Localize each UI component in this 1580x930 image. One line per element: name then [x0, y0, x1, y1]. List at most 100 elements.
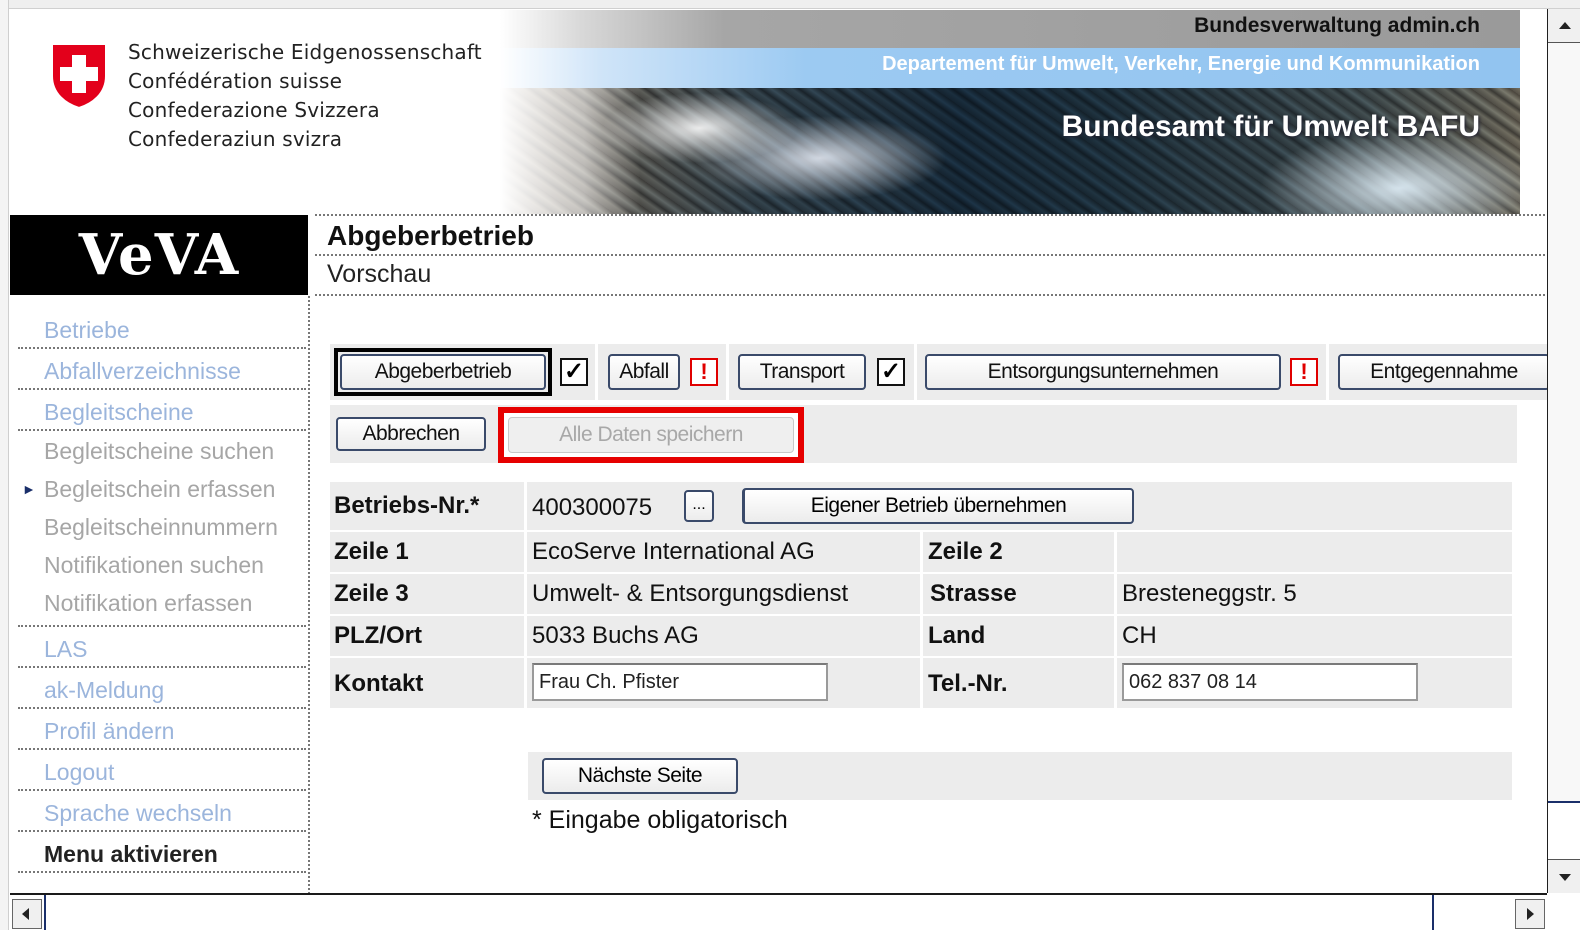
horizontal-scrollbar[interactable] — [10, 893, 1547, 930]
tab-abfall[interactable]: Abfall — [608, 354, 680, 390]
action-bar: Abbrechen Alle Daten speichern — [330, 405, 1517, 463]
banner-fade — [500, 88, 640, 214]
sidebar-item-begleitscheine-suchen[interactable]: Begleitscheine suchen — [18, 431, 306, 469]
sidebar-item-ak-meldung[interactable]: ak-Meldung — [18, 668, 306, 709]
sidebar-item-sprache-wechseln[interactable]: Sprache wechseln — [18, 791, 306, 832]
form-row-zeile1: Zeile 1 EcoServe International AG Zeile … — [330, 532, 1512, 572]
office-name: Bundesamt für Umwelt BAFU — [1061, 110, 1480, 143]
site-header: Schweizerische Eidgenossenschaft Confédé… — [10, 10, 1520, 214]
kontakt-field[interactable]: Frau Ch. Pfister — [532, 663, 828, 701]
federation-line-de: Schweizerische Eidgenossenschaft — [128, 40, 482, 64]
warning-icon: ! — [690, 358, 718, 386]
zeile3-value: Umwelt- & Entsorgungsdienst — [532, 580, 849, 607]
lookup-button[interactable]: ... — [684, 490, 714, 522]
mandatory-note: * Eingabe obligatorisch — [532, 806, 788, 834]
form-row-kontakt: Kontakt Frau Ch. Pfister Tel.-Nr. 062 83… — [330, 658, 1512, 708]
cell-divider — [524, 574, 527, 614]
tab-divider — [914, 344, 917, 400]
sidebar-item-begleitscheinnummern[interactable]: Begleitscheinnummern — [18, 507, 306, 545]
form-row-plz: PLZ/Ort 5033 Buchs AG Land CH — [330, 616, 1512, 656]
strasse-value: Bresteneggstr. 5 — [1122, 580, 1297, 607]
zeile2-label: Zeile 2 — [928, 538, 1003, 565]
tel-label: Tel.-Nr. — [928, 670, 1008, 697]
sidebar-item-menu-aktivieren[interactable]: Menu aktivieren — [18, 832, 306, 873]
tab-divider — [1326, 344, 1329, 400]
browser-frame: Schweizerische Eidgenossenschaft Confédé… — [0, 0, 1580, 930]
form-row-betriebs-nr: Betriebs-Nr.* 400300075 ... Eigener Betr… — [330, 482, 1512, 530]
federation-names: Schweizerische Eidgenossenschaft Confédé… — [128, 38, 482, 154]
header-banner: Bundesverwaltung admin.ch Departement fü… — [500, 10, 1520, 214]
window-left-edge — [0, 0, 9, 930]
cell-divider — [524, 482, 527, 530]
zeile3-label: Zeile 3 — [334, 580, 409, 607]
tab-entgegennahme[interactable]: Entgegennahme — [1338, 354, 1550, 390]
current-item-arrow-icon: ► — [22, 481, 36, 497]
scroll-down-icon — [1559, 874, 1571, 881]
banner-landscape-image — [500, 88, 1520, 214]
land-label: Land — [928, 622, 986, 649]
next-page-row: Nächste Seite — [528, 752, 1512, 800]
sidebar-item-notifikation-erfassen[interactable]: Notifikation erfassen — [18, 583, 306, 627]
sidebar-item-begleitscheine[interactable]: Begleitscheine — [18, 390, 306, 431]
cell-divider — [1114, 574, 1117, 614]
swiss-coat-of-arms-icon — [51, 43, 107, 110]
sidebar-nav: Betriebe Abfallverzeichnisse Begleitsche… — [18, 308, 306, 873]
scroll-left-button[interactable] — [12, 899, 42, 929]
cell-divider — [1114, 532, 1117, 572]
strasse-label: Strasse — [930, 580, 1017, 607]
cell-divider — [920, 658, 923, 708]
tab-divider — [595, 344, 598, 400]
scroll-left-icon — [22, 908, 29, 920]
sidebar-item-begleitschein-erfassen[interactable]: ► Begleitschein erfassen — [18, 469, 306, 507]
federation-line-fr: Confédération suisse — [128, 69, 343, 93]
cell-divider — [524, 532, 527, 572]
next-page-button[interactable]: Nächste Seite — [542, 758, 738, 794]
tab-entsorgungsunternehmen[interactable]: Entsorgungsunternehmen — [925, 354, 1281, 390]
sidebar-item-las[interactable]: LAS — [18, 627, 306, 668]
scroll-right-button[interactable] — [1515, 899, 1545, 929]
tab-abgeberbetrieb[interactable]: Abgeberbetrieb — [340, 354, 546, 390]
betriebs-nr-value: 400300075 — [532, 494, 653, 521]
sidebar-item-notifikationen-suchen[interactable]: Notifikationen suchen — [18, 545, 306, 583]
cell-divider — [1114, 658, 1117, 708]
page-title-area: Abgeberbetrieb Vorschau — [315, 214, 1545, 296]
cell-divider — [1114, 616, 1117, 656]
federation-line-it: Confederazione Svizzera — [128, 98, 380, 122]
land-value: CH — [1122, 622, 1157, 649]
save-all-button[interactable]: Alle Daten speichern — [508, 417, 794, 453]
admin-link[interactable]: Bundesverwaltung admin.ch — [1194, 14, 1480, 38]
save-highlight-frame: Alle Daten speichern — [498, 407, 804, 463]
scroll-down-button[interactable] — [1548, 859, 1580, 893]
sidebar-item-betriebe[interactable]: Betriebe — [18, 308, 306, 349]
sidebar-item-profil-aendern[interactable]: Profil ändern — [18, 709, 306, 750]
own-company-button[interactable]: Eigener Betrieb übernehmen — [742, 488, 1134, 524]
tel-field[interactable]: 062 837 08 14 — [1122, 663, 1418, 701]
department-name: Departement für Umwelt, Verkehr, Energie… — [882, 53, 1480, 75]
cell-divider — [920, 616, 923, 656]
scroll-up-icon — [1559, 22, 1571, 29]
scroll-up-button[interactable] — [1548, 9, 1580, 43]
title-divider-bottom — [315, 294, 1545, 296]
cell-divider — [920, 574, 923, 614]
page-title: Abgeberbetrieb — [327, 220, 534, 251]
horizontal-scroll-thumb[interactable] — [44, 895, 1434, 930]
federation-line-rm: Confederaziun svizra — [128, 127, 343, 151]
plz-value: 5033 Buchs AG — [532, 622, 699, 649]
sidebar-item-label: Begleitschein erfassen — [44, 476, 276, 502]
tab-transport[interactable]: Transport — [738, 354, 866, 390]
plz-label: PLZ/Ort — [334, 622, 422, 649]
tab-divider — [726, 344, 729, 400]
sidebar-divider — [308, 296, 310, 894]
vertical-scrollbar[interactable] — [1547, 9, 1580, 893]
zeile1-label: Zeile 1 — [334, 538, 409, 565]
betriebs-nr-label: Betriebs-Nr.* — [334, 492, 480, 519]
page-subtitle: Vorschau — [327, 260, 432, 288]
sidebar-item-logout[interactable]: Logout — [18, 750, 306, 791]
app-logo: VeVA — [10, 215, 308, 295]
sidebar-item-abfallverzeichnisse[interactable]: Abfallverzeichnisse — [18, 349, 306, 390]
kontakt-label: Kontakt — [334, 670, 424, 697]
cell-divider — [524, 616, 527, 656]
check-icon: ✓ — [877, 358, 905, 386]
vertical-scroll-thumb[interactable] — [1548, 43, 1580, 803]
cancel-button[interactable]: Abbrechen — [336, 417, 486, 451]
